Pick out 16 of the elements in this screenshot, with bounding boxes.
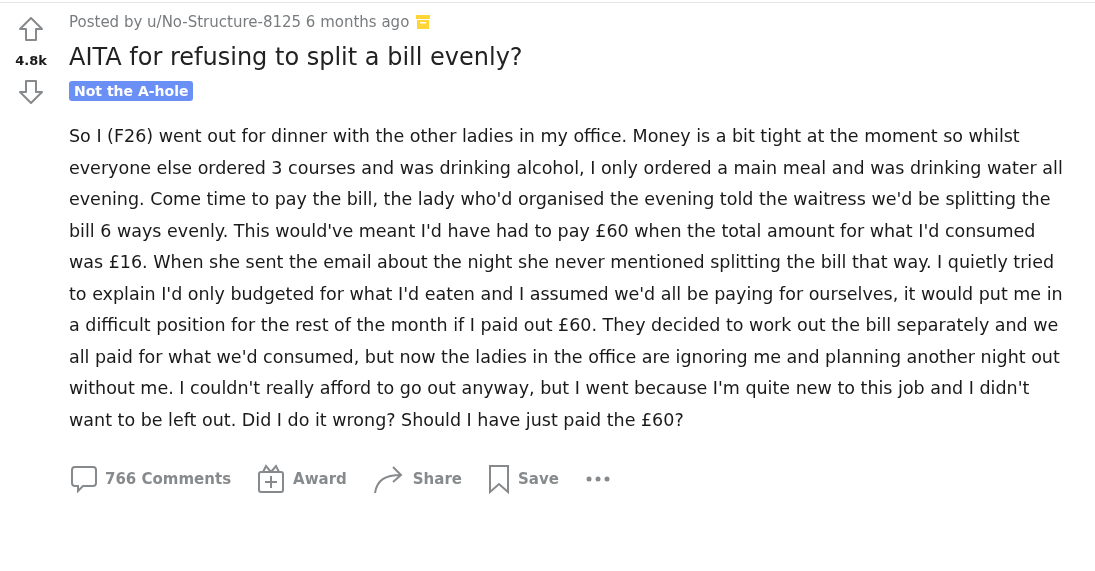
gift-icon [257, 464, 286, 494]
share-arrow-icon [372, 464, 405, 494]
post-title: AITA for refusing to split a bill evenly? [69, 43, 524, 71]
award-button[interactable]: Award [255, 460, 349, 498]
post-flair[interactable]: Not the A-hole [69, 81, 194, 101]
downvote-icon[interactable] [17, 78, 45, 106]
post-byline: Posted by u/No-Structure-8125 6 months ago [69, 13, 410, 31]
comments-button[interactable]: 766 Comments [69, 461, 234, 497]
post-body: So I (F26) went out for dinner with the other ladies in my office. Money is a bit tight at the moment so whilst everyone else ordered 3 courses and was drinking alcohol, I only ordered a main meal and was drinking water all evening. Come time to pay the bill, the lady who'd organised the evening told the waitress we'd be splitting the bill 6 ways evenly. This would've meant I'd have had to pay £60 when the total amount for what I'd consumed was £16. When she sent the email about the night she never mentioned splitting the bill that way. I quietly tried to explain I'd only budgeted for what I'd eaten and I assumed we'd all be paying for ourselves, it would put me in a difficult position for the rest of the month if I paid out £60. They decided to work out the bill separately and we all paid for what we'd consumed, but now the ladies in the office are ignoring me and planning another night out without me. I couldn't really afford to go out anyway, but I went because I'm quite new to this job and I didn't want to be left out. Did I do it wrong? Should I have just paid the £60? [69, 125, 1064, 432]
comment-icon [71, 465, 97, 493]
share-button[interactable]: Share [370, 460, 464, 498]
more-icon [584, 475, 611, 483]
vote-score: 4.8k [15, 53, 47, 68]
upvote-icon[interactable] [17, 15, 45, 43]
bookmark-icon [488, 464, 510, 494]
save-button[interactable]: Save [486, 460, 561, 498]
